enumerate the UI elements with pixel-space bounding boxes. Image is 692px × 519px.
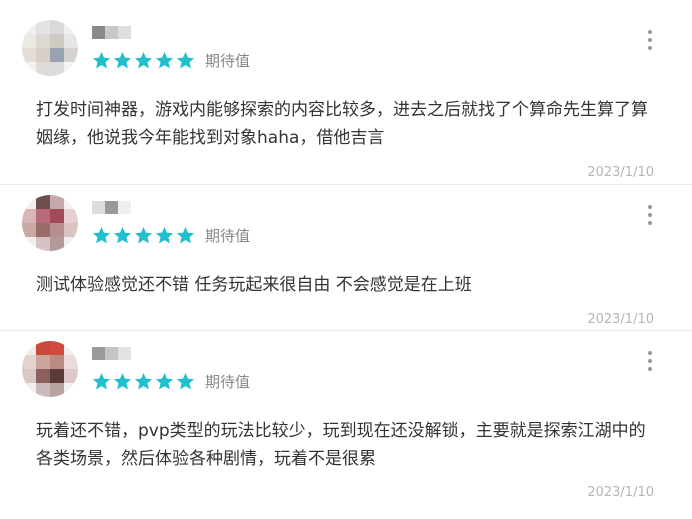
star-icon [155, 226, 174, 244]
review-text: 测试体验感觉还不错 任务玩起来很自由 不会感觉是在上班 [36, 275, 472, 295]
rating-row: 期待值 [92, 371, 250, 392]
avatar[interactable] [22, 195, 78, 251]
avatar[interactable] [22, 20, 78, 76]
rating-label: 期待值 [205, 227, 251, 245]
star-rating [92, 372, 195, 391]
star-icon [113, 372, 132, 390]
star-icon [176, 51, 195, 69]
star-icon [92, 372, 111, 390]
review-date: 2023/1/10 [587, 485, 654, 500]
username-redacted[interactable] [92, 347, 131, 360]
star-icon [176, 226, 195, 244]
review-date: 2023/1/10 [587, 165, 654, 180]
star-icon [92, 51, 111, 69]
more-vertical-icon[interactable] [643, 205, 657, 225]
review-date: 2023/1/10 [587, 312, 654, 327]
more-vertical-icon[interactable] [643, 351, 657, 371]
star-rating [92, 51, 195, 70]
review-text: 玩着还不错，pvp类型的玩法比较少，玩到现在还没解锁，主要就是探索江湖中的各类场… [36, 421, 646, 469]
star-icon [176, 372, 195, 390]
username-redacted[interactable] [92, 201, 131, 214]
rating-row: 期待值 [92, 225, 250, 246]
avatar[interactable] [22, 341, 78, 397]
star-icon [134, 51, 153, 69]
star-icon [155, 372, 174, 390]
star-icon [113, 51, 132, 69]
review-card: 期待值 测试体验感觉还不错 任务玩起来很自由 不会感觉是在上班 2023/1/1… [0, 185, 692, 330]
star-icon [134, 372, 153, 390]
star-icon [134, 226, 153, 244]
star-icon [155, 51, 174, 69]
review-text: 打发时间神器，游戏内能够探索的内容比较多，进去之后就找了个算命先生算了算姻缘，他… [36, 100, 648, 148]
star-rating [92, 226, 195, 245]
star-icon [92, 226, 111, 244]
rating-label: 期待值 [205, 52, 251, 70]
rating-row: 期待值 [92, 50, 250, 71]
review-card: 期待值 打发时间神器，游戏内能够探索的内容比较多，进去之后就找了个算命先生算了算… [0, 0, 692, 184]
username-redacted[interactable] [92, 26, 131, 39]
review-card: 期待值 玩着还不错，pvp类型的玩法比较少，玩到现在还没解锁，主要就是探索江湖中… [0, 331, 692, 519]
rating-label: 期待值 [205, 373, 251, 391]
star-icon [113, 226, 132, 244]
more-vertical-icon[interactable] [643, 30, 657, 50]
